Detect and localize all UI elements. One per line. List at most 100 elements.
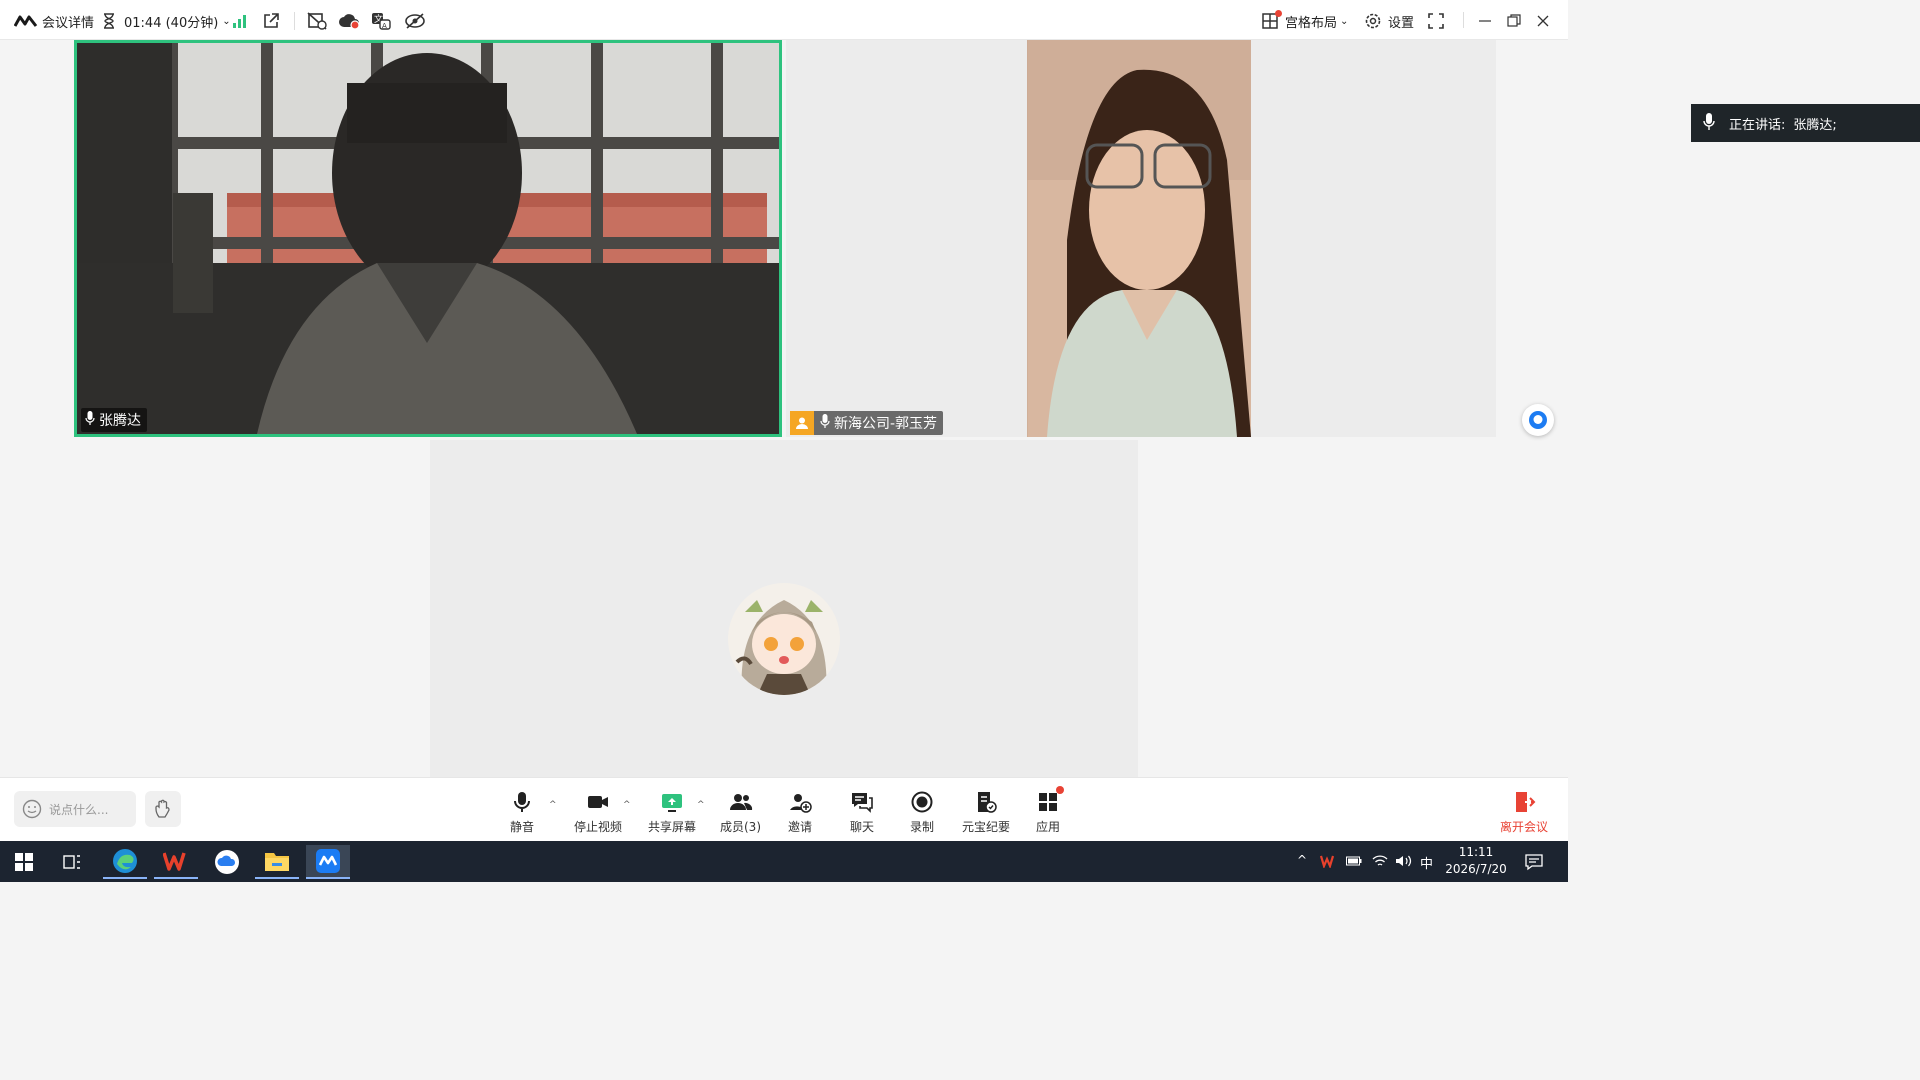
assistant-float-button[interactable] bbox=[1522, 404, 1554, 436]
tray-chevron-up-icon[interactable]: ^ bbox=[1297, 853, 1307, 867]
edge-browser-icon[interactable] bbox=[103, 845, 147, 879]
meeting-notes-icon bbox=[978, 792, 997, 813]
leave-meeting-label: 离开会议 bbox=[1500, 820, 1549, 834]
volume-icon[interactable] bbox=[1395, 854, 1413, 872]
chat-icon bbox=[852, 793, 873, 813]
microphone-icon bbox=[514, 792, 530, 812]
cloud-record-icon[interactable] bbox=[338, 10, 360, 32]
apps-label: 应用 bbox=[1036, 820, 1061, 834]
participant-name: 新海公司-郭玉芳 bbox=[834, 416, 938, 432]
stop-video-button[interactable]: 停止视频 bbox=[574, 790, 622, 835]
members-button[interactable]: 成员(3) bbox=[720, 790, 761, 835]
yuanbao-summary-button[interactable]: 元宝纪要 bbox=[962, 790, 1010, 835]
settings-label: 设置 bbox=[1388, 15, 1415, 31]
gear-icon bbox=[1365, 13, 1381, 29]
mute-label: 静音 bbox=[510, 820, 535, 834]
minimize-icon[interactable] bbox=[1478, 10, 1492, 32]
invite-button[interactable]: 邀请 bbox=[788, 790, 812, 835]
notification-dot bbox=[1275, 10, 1282, 17]
meeting-details-label: 会议详情 bbox=[42, 15, 95, 31]
hide-video-icon[interactable] bbox=[404, 10, 426, 32]
apps-button[interactable]: 应用 bbox=[1036, 786, 1064, 835]
windows-taskbar: ^ 中 11:11 2026/7/20 bbox=[0, 841, 1568, 882]
apps-icon bbox=[1036, 786, 1064, 818]
chat-input-placeholder: 说点什么... bbox=[49, 802, 109, 817]
meeting-timer[interactable]: 01:44 (40分钟) ⌄ bbox=[102, 10, 231, 32]
cloud-drive-icon[interactable] bbox=[205, 845, 249, 879]
speaking-label: 正在讲话: bbox=[1729, 117, 1786, 133]
participant-video-tile[interactable]: 新海公司-郭玉芳 bbox=[786, 40, 1496, 437]
ai-off-icon[interactable] bbox=[306, 10, 328, 32]
share-screen-button[interactable]: 共享屏幕 bbox=[648, 790, 696, 835]
mute-options-caret-icon[interactable]: ^ bbox=[549, 800, 557, 810]
top-bar: 会议详情 01:44 (40分钟) ⌄ 文A 宫格布局 ⌄ 设置 bbox=[0, 0, 1568, 40]
participant-name-tag: 新海公司-郭玉芳 bbox=[790, 411, 944, 435]
svg-text:A: A bbox=[382, 22, 387, 30]
close-icon[interactable] bbox=[1536, 10, 1550, 32]
invite-label: 邀请 bbox=[788, 820, 813, 834]
restore-icon[interactable] bbox=[1507, 10, 1521, 32]
clock-date: 2026/7/20 bbox=[1445, 862, 1507, 876]
chat-label: 聊天 bbox=[850, 820, 875, 834]
wps-tray-icon[interactable] bbox=[1319, 854, 1338, 872]
chevron-down-icon: ⌄ bbox=[1340, 15, 1349, 27]
mic-icon bbox=[85, 411, 95, 429]
timer-text: 01:44 (40分钟) bbox=[124, 15, 219, 31]
share-screen-icon bbox=[662, 794, 682, 812]
wifi-icon[interactable] bbox=[1372, 854, 1388, 872]
record-label: 录制 bbox=[910, 820, 935, 834]
mic-icon bbox=[820, 414, 830, 432]
speaking-indicator: 正在讲话: 张腾达; bbox=[1691, 104, 1920, 142]
share-options-caret-icon[interactable]: ^ bbox=[697, 800, 705, 810]
file-explorer-icon[interactable] bbox=[255, 845, 299, 879]
battery-icon[interactable] bbox=[1346, 855, 1362, 871]
grid-layout-label: 宫格布局 bbox=[1285, 15, 1338, 31]
participant-video-tile[interactable] bbox=[430, 440, 1138, 777]
host-badge-icon bbox=[790, 411, 814, 435]
raise-hand-button[interactable] bbox=[145, 791, 181, 827]
meeting-details-button[interactable]: 会议详情 bbox=[14, 10, 94, 32]
tencent-meeting-taskbar-icon[interactable] bbox=[306, 845, 350, 879]
signal-icon[interactable] bbox=[232, 10, 248, 32]
participant-video-image bbox=[1027, 40, 1251, 437]
video-grid: 张腾达 新海公司-郭玉芳 bbox=[2, 40, 1566, 777]
participant-avatar bbox=[728, 583, 840, 695]
participant-video-tile[interactable]: 张腾达 bbox=[74, 40, 782, 437]
tencent-meeting-logo-icon bbox=[14, 15, 38, 27]
chat-input[interactable]: 说点什么... bbox=[14, 791, 136, 827]
notification-center-icon[interactable] bbox=[1525, 853, 1543, 875]
grid-layout-button[interactable]: 宫格布局 ⌄ bbox=[1262, 10, 1348, 32]
notification-dot bbox=[1056, 786, 1064, 794]
record-button[interactable]: 录制 bbox=[910, 790, 934, 835]
leave-meeting-button[interactable]: 离开会议 bbox=[1500, 790, 1548, 835]
popout-icon[interactable] bbox=[262, 10, 280, 32]
hand-icon bbox=[155, 799, 170, 818]
hourglass-icon bbox=[104, 13, 114, 29]
add-user-icon bbox=[790, 794, 812, 813]
yuanbao-summary-label: 元宝纪要 bbox=[962, 820, 1011, 834]
clock-time: 11:11 bbox=[1458, 845, 1494, 859]
emoji-icon[interactable] bbox=[22, 799, 42, 819]
participant-video-image bbox=[77, 43, 779, 434]
translate-icon[interactable]: 文A bbox=[370, 10, 392, 32]
fullscreen-icon[interactable] bbox=[1428, 10, 1444, 32]
chat-bubble-icon bbox=[1529, 411, 1547, 429]
windows-start-icon[interactable] bbox=[2, 845, 46, 879]
grid-layout-icon bbox=[1262, 10, 1282, 29]
stop-video-label: 停止视频 bbox=[574, 820, 623, 834]
video-options-caret-icon[interactable]: ^ bbox=[623, 800, 631, 810]
wps-office-icon[interactable] bbox=[154, 845, 198, 879]
mute-button[interactable]: 静音 bbox=[510, 790, 534, 835]
chevron-down-icon: ⌄ bbox=[222, 15, 231, 27]
record-icon bbox=[911, 791, 933, 813]
share-screen-label: 共享屏幕 bbox=[648, 820, 697, 834]
settings-button[interactable]: 设置 bbox=[1364, 10, 1414, 32]
divider bbox=[1463, 12, 1464, 28]
chat-button[interactable]: 聊天 bbox=[850, 790, 874, 835]
participant-name: 张腾达 bbox=[99, 413, 141, 429]
members-label: 成员(3) bbox=[720, 820, 761, 834]
mic-icon bbox=[1703, 112, 1715, 134]
task-view-icon[interactable] bbox=[50, 845, 94, 879]
ime-indicator[interactable]: 中 bbox=[1420, 853, 1433, 872]
clock[interactable]: 11:11 2026/7/20 bbox=[1440, 844, 1512, 878]
